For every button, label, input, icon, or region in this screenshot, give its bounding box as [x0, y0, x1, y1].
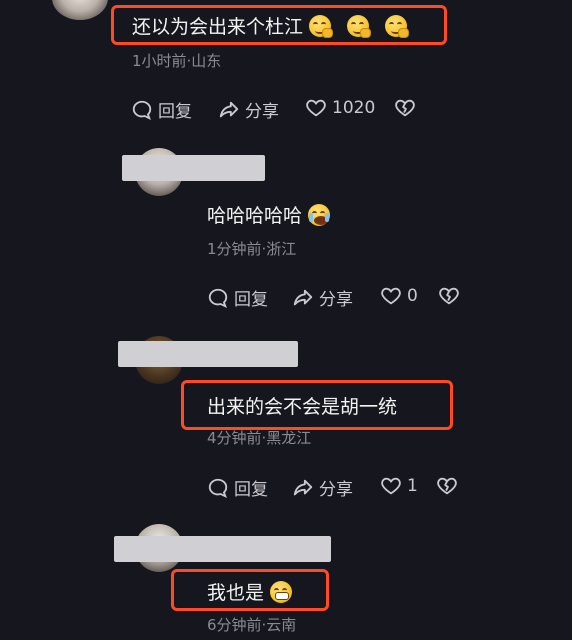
comment-text: 哈哈哈哈哈	[207, 201, 331, 228]
heart-icon	[381, 477, 401, 495]
username-mask	[122, 155, 265, 181]
reply-icon	[132, 100, 152, 120]
dislike-button[interactable]	[394, 97, 416, 119]
crying-laughing-emoji	[308, 203, 331, 226]
share-icon	[219, 101, 239, 117]
reply-button[interactable]: 回复	[131, 97, 192, 122]
like-button[interactable]: 1020	[305, 97, 375, 119]
comment-meta: 6分钟前·云南	[207, 616, 297, 634]
reply-icon	[208, 288, 228, 308]
grinning-emoji	[270, 580, 293, 603]
share-button[interactable]: 分享	[292, 475, 353, 500]
dislike-button[interactable]	[436, 475, 458, 497]
reply-button[interactable]: 回复	[207, 285, 268, 310]
share-button[interactable]: 分享	[218, 97, 279, 122]
avatar[interactable]	[52, 0, 108, 20]
heart-icon	[381, 287, 401, 305]
comment-text: 还以为会出来个杜江	[132, 12, 410, 39]
username-mask	[118, 341, 298, 367]
broken-heart-icon	[439, 287, 459, 305]
like-button[interactable]: 0	[380, 285, 418, 307]
broken-heart-icon	[437, 477, 457, 495]
comment-meta: 1分钟前·浙江	[207, 240, 297, 258]
comment-meta: 4分钟前·黑龙江	[207, 429, 312, 447]
username-mask	[114, 536, 331, 562]
share-icon	[293, 479, 313, 495]
reply-icon	[208, 478, 228, 498]
smirk-hand-emoji	[385, 14, 410, 38]
share-button[interactable]: 分享	[292, 285, 353, 310]
heart-icon	[306, 99, 326, 117]
dislike-button[interactable]	[438, 285, 460, 307]
broken-heart-icon	[395, 99, 415, 117]
comment-text: 我也是	[207, 578, 293, 605]
like-button[interactable]: 1	[380, 475, 418, 497]
reply-button[interactable]: 回复	[207, 475, 268, 500]
smirk-hand-emoji	[309, 14, 334, 38]
smirk-hand-emoji	[347, 14, 372, 38]
comment-text: 出来的会不会是胡一统	[207, 396, 398, 418]
share-icon	[293, 289, 313, 305]
comment-meta: 1小时前·山东	[132, 52, 222, 70]
